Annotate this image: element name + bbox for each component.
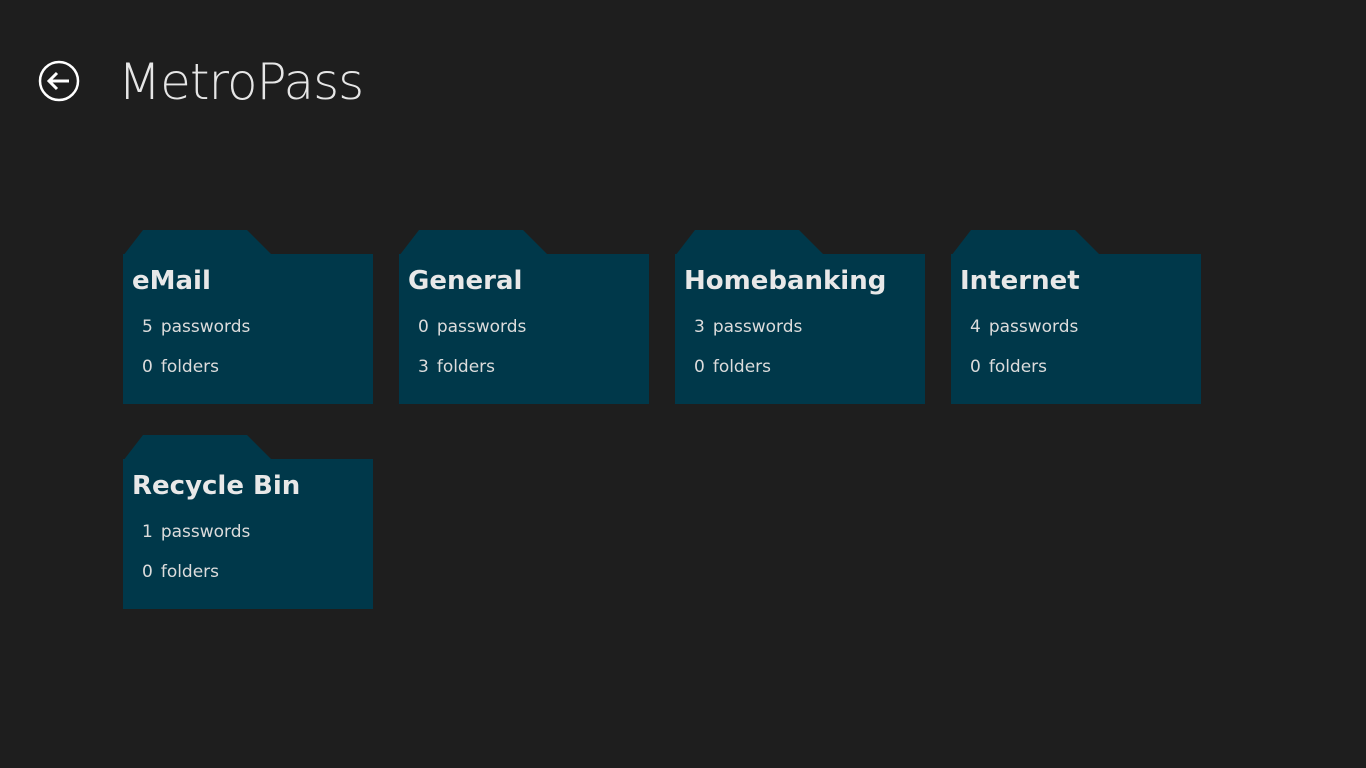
passwords-label: passwords [160,522,251,542]
passwords-count: 4 [970,317,981,337]
folder-tab-shape [675,230,825,256]
folders-count: 3 [418,357,429,377]
passwords-count: 5 [142,317,153,337]
passwords-stat: 0 passwords [418,317,526,337]
folder-tab-shape [123,230,273,256]
back-button[interactable] [38,60,80,102]
folder-tab-shape [951,230,1101,256]
folders-label: folders [712,357,772,377]
folders-label: folders [160,357,220,377]
passwords-label: passwords [436,317,527,337]
page-title: MetroPass [118,53,364,111]
folder-tab-shape [399,230,549,256]
folder-tile-recycle-bin[interactable]: Recycle Bin 1 passwords 0 folders [123,435,373,609]
folders-count: 0 [142,562,153,582]
folder-tile-general[interactable]: General 0 passwords 3 folders [399,230,649,404]
passwords-count: 1 [142,522,153,542]
passwords-label: passwords [160,317,251,337]
folder-name: Internet [960,266,1080,296]
back-arrow-icon [38,60,80,102]
folder-tile-homebanking[interactable]: Homebanking 3 passwords 0 folders [675,230,925,404]
folders-stat: 0 folders [142,562,219,582]
folders-count: 0 [142,357,153,377]
folders-label: folders [160,562,220,582]
folders-label: folders [436,357,496,377]
folders-count: 0 [694,357,705,377]
folders-label: folders [988,357,1048,377]
passwords-stat: 4 passwords [970,317,1078,337]
folder-tab-shape [123,435,273,461]
passwords-stat: 1 passwords [142,522,250,542]
folder-name: Recycle Bin [132,471,301,501]
folders-count: 0 [970,357,981,377]
folders-stat: 0 folders [142,357,219,377]
passwords-count: 3 [694,317,705,337]
folders-stat: 0 folders [694,357,771,377]
passwords-label: passwords [988,317,1079,337]
folder-tile-email[interactable]: eMail 5 passwords 0 folders [123,230,373,404]
folder-tile-internet[interactable]: Internet 4 passwords 0 folders [951,230,1201,404]
passwords-count: 0 [418,317,429,337]
passwords-stat: 3 passwords [694,317,802,337]
folder-name: Homebanking [684,266,887,296]
folder-name: General [408,266,523,296]
passwords-stat: 5 passwords [142,317,250,337]
folders-stat: 0 folders [970,357,1047,377]
passwords-label: passwords [712,317,803,337]
folders-stat: 3 folders [418,357,495,377]
folder-name: eMail [132,266,211,296]
